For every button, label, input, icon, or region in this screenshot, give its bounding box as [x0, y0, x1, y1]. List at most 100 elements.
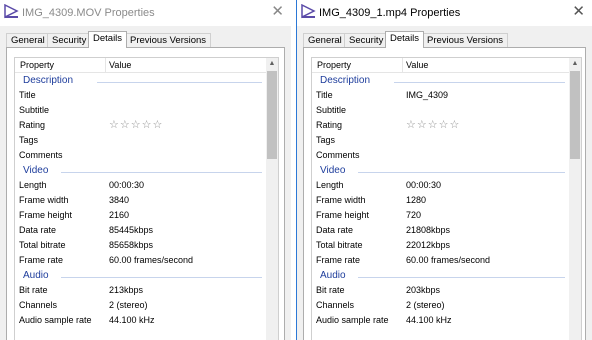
properties-window-left: IMG_4309.MOV Properties ✕ General Securi… — [0, 0, 291, 340]
property-row[interactable]: Length 00:00:30 — [312, 178, 569, 193]
tab-general[interactable]: General — [6, 33, 50, 47]
property-label: Rating — [316, 120, 343, 130]
column-header: Property Value — [15, 58, 266, 73]
tab-security[interactable]: Security — [344, 33, 389, 47]
property-value[interactable]: 85658kbps — [109, 240, 153, 250]
property-value[interactable]: 2160 — [109, 210, 129, 220]
property-row[interactable]: Tags — [15, 133, 266, 148]
property-value[interactable]: 720 — [406, 210, 421, 220]
property-list[interactable]: Property Value Description Title Subtitle R… — [14, 57, 279, 340]
column-header-property[interactable]: Property — [20, 60, 54, 70]
property-row[interactable]: Frame height 2160 — [15, 208, 266, 223]
property-row[interactable]: Frame width 3840 — [15, 193, 266, 208]
property-row[interactable]: Subtitle — [312, 103, 569, 118]
property-label: Length — [316, 180, 344, 190]
property-value[interactable]: 2 (stereo) — [109, 300, 148, 310]
property-label: Data rate — [19, 225, 57, 235]
scrollbar-thumb[interactable] — [570, 71, 580, 159]
property-row[interactable]: Bit rate 213kbps — [15, 283, 266, 298]
property-row[interactable]: Data rate 85445kbps — [15, 223, 266, 238]
property-value[interactable]: 00:00:30 — [406, 180, 441, 190]
rating-stars[interactable]: ☆☆☆☆☆ — [406, 118, 460, 131]
property-row[interactable]: Subtitle — [15, 103, 266, 118]
property-row[interactable]: Audio sample rate 44.100 kHz — [15, 313, 266, 328]
property-value[interactable]: 3840 — [109, 195, 129, 205]
property-label: Frame height — [19, 210, 73, 220]
tab-details[interactable]: Details — [385, 31, 425, 48]
title-bar[interactable]: IMG_4309.MOV Properties ✕ — [0, 0, 291, 26]
section-header[interactable]: Video — [312, 163, 569, 178]
column-divider[interactable] — [402, 58, 403, 72]
tab-details[interactable]: Details — [88, 31, 128, 48]
column-header-value[interactable]: Value — [406, 60, 428, 70]
property-value[interactable]: 21808kbps — [406, 225, 450, 235]
property-value[interactable]: IMG_4309 — [406, 90, 448, 100]
section-header[interactable]: Audio — [312, 268, 569, 283]
property-label: Channels — [19, 300, 58, 310]
tab-previous-versions[interactable]: Previous Versions — [422, 33, 509, 47]
property-value[interactable]: 1280 — [406, 195, 426, 205]
property-row[interactable]: Comments — [15, 148, 266, 163]
property-row[interactable]: Title — [15, 88, 266, 103]
properties-window-right: IMG_4309_1.mp4 Properties ✕ General Secu… — [296, 0, 592, 340]
property-label: Frame width — [316, 195, 366, 205]
section-header[interactable]: Description — [312, 73, 569, 88]
property-row[interactable]: Data rate 21808kbps — [312, 223, 569, 238]
property-value[interactable]: 85445kbps — [109, 225, 153, 235]
property-row[interactable]: Frame rate 60.00 frames/second — [312, 253, 569, 268]
property-list[interactable]: Property Value Description Title IMG_4309 S… — [311, 57, 582, 340]
scroll-up-icon[interactable]: ▲ — [569, 58, 581, 70]
property-row[interactable]: Frame width 1280 — [312, 193, 569, 208]
property-row[interactable]: Title IMG_4309 — [312, 88, 569, 103]
property-row[interactable]: Comments — [312, 148, 569, 163]
property-row[interactable]: Total bitrate 85658kbps — [15, 238, 266, 253]
tab-previous-versions[interactable]: Previous Versions — [125, 33, 212, 47]
video-file-icon — [301, 3, 316, 19]
column-header-value[interactable]: Value — [109, 60, 131, 70]
property-row[interactable]: Channels 2 (stereo) — [15, 298, 266, 313]
property-row[interactable]: Frame rate 60.00 frames/second — [15, 253, 266, 268]
details-panel: Property Value Description Title IMG_4309 S… — [303, 47, 586, 340]
property-row[interactable]: Channels 2 (stereo) — [312, 298, 569, 313]
property-label: Tags — [316, 135, 336, 145]
close-icon[interactable]: ✕ — [572, 3, 585, 21]
tab-general[interactable]: General — [303, 33, 347, 47]
section-header[interactable]: Description — [15, 73, 266, 88]
property-value[interactable]: 213kbps — [109, 285, 143, 295]
property-value[interactable]: 2 (stereo) — [406, 300, 445, 310]
title-bar[interactable]: IMG_4309_1.mp4 Properties ✕ — [297, 0, 592, 26]
property-value[interactable]: 203kbps — [406, 285, 440, 295]
section-header[interactable]: Audio — [15, 268, 266, 283]
column-header: Property Value — [312, 58, 569, 73]
property-row[interactable]: Total bitrate 22012kbps — [312, 238, 569, 253]
property-row[interactable]: Frame height 720 — [312, 208, 569, 223]
property-row[interactable]: Rating ☆☆☆☆☆ — [15, 118, 266, 133]
scroll-up-icon[interactable]: ▲ — [266, 58, 278, 70]
property-row[interactable]: Audio sample rate 44.100 kHz — [312, 313, 569, 328]
column-divider[interactable] — [105, 58, 106, 72]
section-header[interactable]: Video — [15, 163, 266, 178]
property-rows: Description Title IMG_4309 Subtitle Rating ☆☆… — [312, 73, 569, 328]
property-row[interactable]: Tags — [312, 133, 569, 148]
property-row[interactable]: Length 00:00:30 — [15, 178, 266, 193]
property-row[interactable]: Bit rate 203kbps — [312, 283, 569, 298]
close-icon[interactable]: ✕ — [271, 3, 284, 21]
property-value[interactable]: 44.100 kHz — [109, 315, 155, 325]
tab-security[interactable]: Security — [47, 33, 92, 47]
property-label: Frame height — [316, 210, 370, 220]
vertical-scrollbar[interactable]: ▲ — [266, 58, 278, 340]
property-rows: Description Title Subtitle Rating ☆☆☆☆☆ Tags C… — [15, 73, 266, 328]
property-value[interactable]: 60.00 frames/second — [406, 255, 490, 265]
property-value[interactable]: 60.00 frames/second — [109, 255, 193, 265]
property-value[interactable]: 44.100 kHz — [406, 315, 452, 325]
column-header-property[interactable]: Property — [317, 60, 351, 70]
rating-stars[interactable]: ☆☆☆☆☆ — [109, 118, 163, 131]
property-value[interactable]: 00:00:30 — [109, 180, 144, 190]
vertical-scrollbar[interactable]: ▲ — [569, 58, 581, 340]
property-value[interactable]: 22012kbps — [406, 240, 450, 250]
property-row[interactable]: Rating ☆☆☆☆☆ — [312, 118, 569, 133]
scrollbar-thumb[interactable] — [267, 71, 277, 159]
section-divider — [358, 172, 565, 173]
property-label: Title — [316, 90, 333, 100]
section-divider — [61, 172, 262, 173]
